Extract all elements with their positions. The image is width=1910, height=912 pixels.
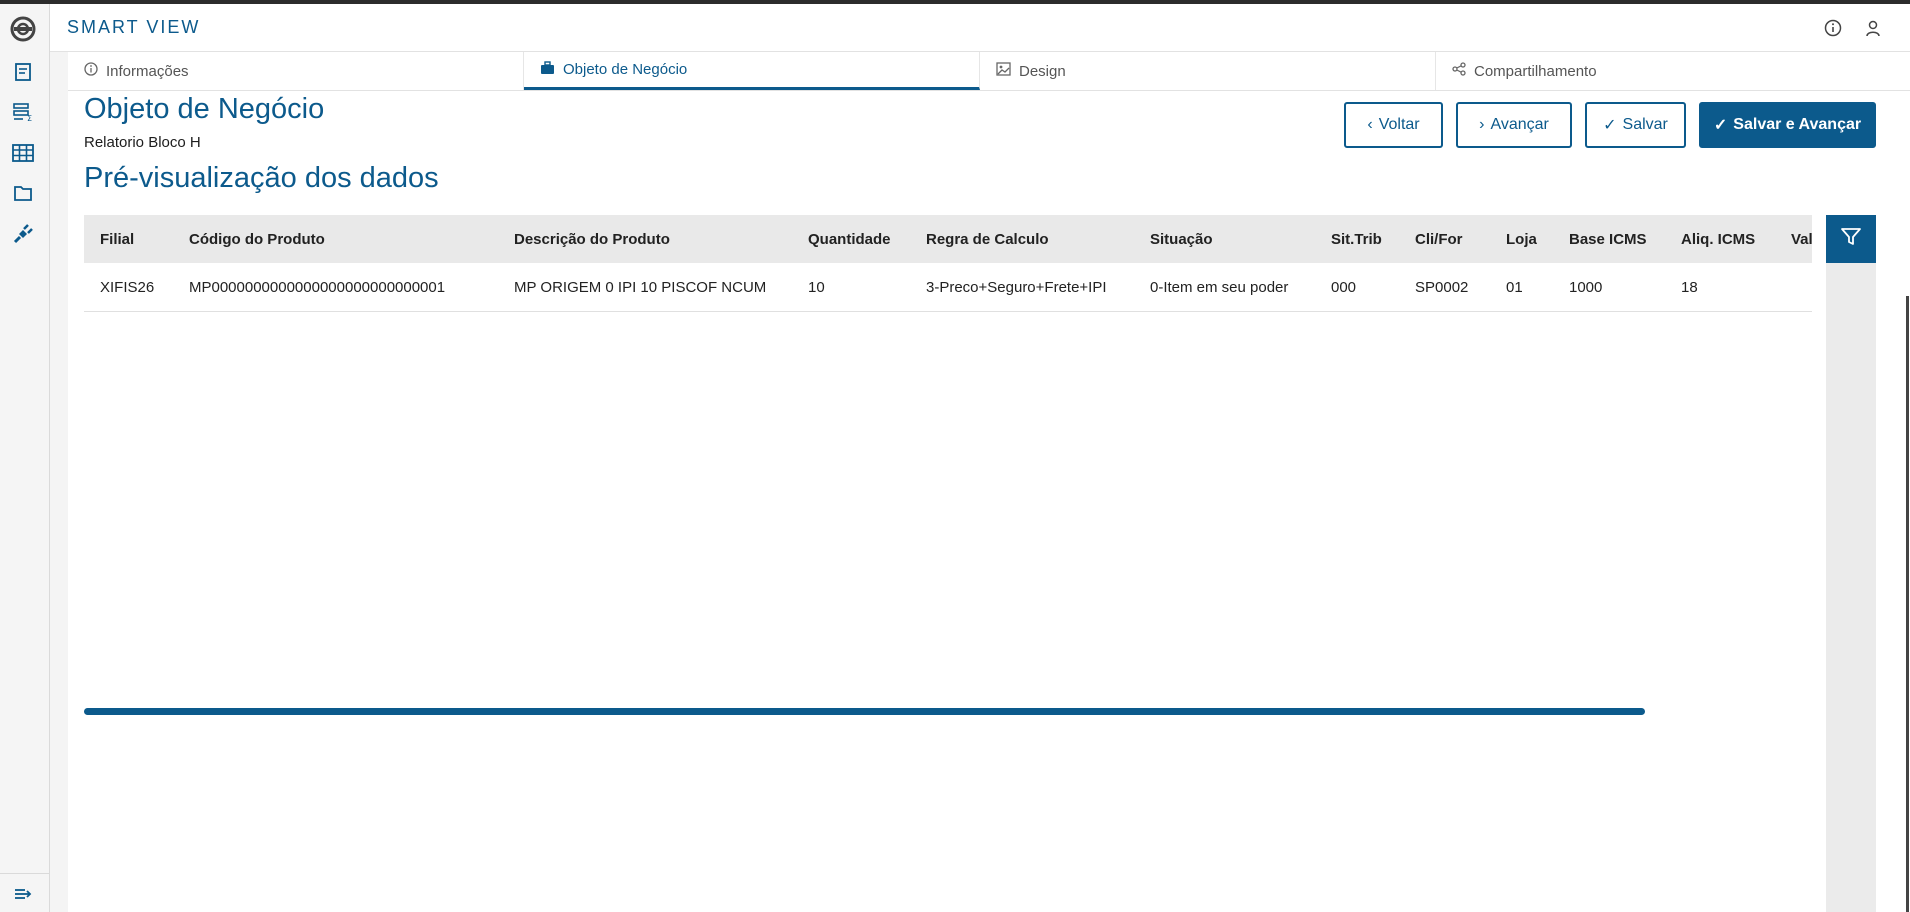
tab-bar: Informações Objeto de Negócio Design Com… bbox=[68, 52, 1910, 91]
tab-label: Design bbox=[1019, 62, 1066, 80]
tab-label: Informações bbox=[106, 62, 189, 80]
info-icon[interactable] bbox=[1822, 17, 1844, 39]
table-row[interactable]: XIFIS26 MP0000000000000000000000000001 M… bbox=[84, 263, 1812, 312]
save-button-label: Salvar bbox=[1622, 116, 1668, 133]
column-header[interactable]: Filial bbox=[84, 215, 173, 263]
plugin-icon[interactable] bbox=[11, 222, 35, 246]
table-cell: MP ORIGEM 0 IPI 10 PISCOF NCUM bbox=[498, 263, 792, 312]
report-name: Relatorio Bloco H bbox=[84, 134, 201, 151]
tab-objeto-de-negocio[interactable]: Objeto de Negócio bbox=[524, 52, 980, 90]
formula-list-icon[interactable]: Σ bbox=[11, 100, 35, 124]
back-button-label: Voltar bbox=[1378, 116, 1420, 133]
column-header[interactable]: Cli/For bbox=[1399, 215, 1490, 263]
table-cell bbox=[1775, 263, 1812, 312]
table-cell: 10 bbox=[792, 263, 910, 312]
column-header[interactable]: Base ICMS bbox=[1553, 215, 1665, 263]
side-nav-rail: Σ bbox=[0, 4, 50, 912]
back-button[interactable]: ‹ Voltar bbox=[1344, 102, 1443, 148]
column-header[interactable]: Valor ICMS bbox=[1775, 215, 1812, 263]
tab-compartilhamento[interactable]: Compartilhamento bbox=[1436, 52, 1910, 90]
column-header[interactable]: Quantidade bbox=[792, 215, 910, 263]
totvs-logo-icon[interactable] bbox=[10, 16, 36, 42]
page-title: Objeto de Negócio bbox=[84, 93, 325, 125]
table-cell: 0-Item em seu poder bbox=[1134, 263, 1315, 312]
chevron-left-icon: ‹ bbox=[1367, 116, 1373, 133]
filter-icon bbox=[1840, 227, 1862, 252]
table-cell: 3-Preco+Seguro+Frete+IPI bbox=[910, 263, 1134, 312]
column-header[interactable]: Código do Produto bbox=[173, 215, 498, 263]
vertical-scrollbar[interactable] bbox=[1906, 296, 1909, 912]
briefcase-icon bbox=[540, 60, 555, 79]
column-header[interactable]: Regra de Calculo bbox=[910, 215, 1134, 263]
column-header[interactable]: Aliq. ICMS bbox=[1665, 215, 1775, 263]
filter-button[interactable] bbox=[1826, 215, 1876, 263]
next-button[interactable]: › Avançar bbox=[1456, 102, 1572, 148]
rail-footer bbox=[0, 873, 49, 912]
main-content: Informações Objeto de Negócio Design Com… bbox=[68, 52, 1910, 912]
filter-panel bbox=[1826, 215, 1876, 912]
table-cell: 1000 bbox=[1553, 263, 1665, 312]
share-icon bbox=[1452, 62, 1466, 80]
column-header[interactable]: Sit.Trib bbox=[1315, 215, 1399, 263]
folder-icon[interactable] bbox=[11, 181, 35, 205]
report-icon[interactable] bbox=[11, 60, 35, 84]
section-title: Pré-visualização dos dados bbox=[84, 162, 439, 194]
table-cell: XIFIS26 bbox=[84, 263, 173, 312]
svg-text:Σ: Σ bbox=[27, 114, 32, 122]
check-icon: ✓ bbox=[1713, 117, 1728, 134]
column-header[interactable]: Descrição do Produto bbox=[498, 215, 792, 263]
table-cell: MP0000000000000000000000000001 bbox=[173, 263, 498, 312]
chevron-right-icon: › bbox=[1479, 116, 1485, 133]
tab-design[interactable]: Design bbox=[980, 52, 1436, 90]
info-icon bbox=[84, 62, 98, 80]
image-icon bbox=[996, 62, 1011, 80]
column-header[interactable]: Situação bbox=[1134, 215, 1315, 263]
user-icon[interactable] bbox=[1862, 17, 1884, 39]
table-header-row: Filial Código do Produto Descrição do Pr… bbox=[84, 215, 1812, 263]
table-cell: SP0002 bbox=[1399, 263, 1490, 312]
tab-informacoes[interactable]: Informações bbox=[68, 52, 524, 90]
horizontal-scrollbar[interactable] bbox=[84, 708, 1645, 715]
collapse-menu-icon[interactable] bbox=[11, 882, 35, 906]
table-cell: 01 bbox=[1490, 263, 1553, 312]
app-title: SMART VIEW bbox=[67, 17, 201, 37]
save-and-next-button-label: Salvar e Avançar bbox=[1733, 116, 1862, 133]
app-header: SMART VIEW bbox=[50, 4, 1910, 52]
next-button-label: Avançar bbox=[1490, 116, 1549, 133]
data-preview-table: Filial Código do Produto Descrição do Pr… bbox=[84, 215, 1812, 912]
tab-label: Objeto de Negócio bbox=[563, 61, 688, 78]
save-and-next-button[interactable]: ✓ Salvar e Avançar bbox=[1699, 102, 1876, 148]
tab-label: Compartilhamento bbox=[1474, 62, 1597, 80]
table-cell: 000 bbox=[1315, 263, 1399, 312]
save-button[interactable]: ✓ Salvar bbox=[1585, 102, 1686, 148]
table-cell: 18 bbox=[1665, 263, 1775, 312]
check-icon: ✓ bbox=[1603, 117, 1617, 134]
column-header[interactable]: Loja bbox=[1490, 215, 1553, 263]
table-icon[interactable] bbox=[11, 141, 35, 165]
